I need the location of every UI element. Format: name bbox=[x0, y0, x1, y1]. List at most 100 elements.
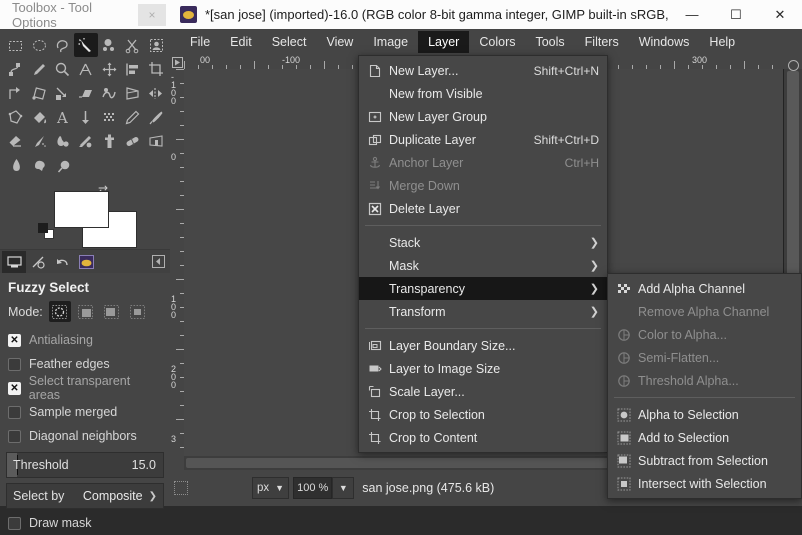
clone-icon[interactable] bbox=[98, 129, 121, 153]
text-icon[interactable]: A bbox=[51, 105, 74, 129]
brush-icon[interactable] bbox=[26, 251, 50, 273]
foreground-select-icon[interactable] bbox=[145, 33, 168, 57]
menu-tools[interactable]: Tools bbox=[525, 31, 574, 53]
flip-icon[interactable] bbox=[145, 81, 168, 105]
paths-icon[interactable] bbox=[4, 57, 27, 81]
zoom-dropdown-button[interactable]: ▼ bbox=[332, 477, 355, 499]
menu-item-crop-to-selection[interactable]: Crop to Selection bbox=[359, 403, 607, 426]
menu-item-add-alpha-channel[interactable]: Add Alpha Channel bbox=[608, 277, 801, 300]
option-diagonal-neighbors[interactable]: Diagonal neighbors bbox=[0, 424, 170, 448]
menu-item-mask[interactable]: Mask ❯ bbox=[359, 254, 607, 277]
menu-colors[interactable]: Colors bbox=[469, 31, 525, 53]
blur-sharpen-icon[interactable] bbox=[4, 153, 28, 177]
menu-item-intersect-with-selection[interactable]: Intersect with Selection bbox=[608, 472, 801, 495]
transparency-submenu-dropdown[interactable]: Add Alpha Channel Remove Alpha Channel C… bbox=[607, 273, 802, 499]
menu-item-new-layer[interactable]: New Layer... Shift+Ctrl+N bbox=[359, 59, 607, 82]
zoom-icon[interactable] bbox=[51, 57, 74, 81]
menu-item-transform[interactable]: Transform ❯ bbox=[359, 300, 607, 323]
perspective-icon[interactable] bbox=[121, 81, 144, 105]
menu-item-stack[interactable]: Stack ❯ bbox=[359, 231, 607, 254]
warp-transform-icon[interactable] bbox=[98, 81, 121, 105]
menu-windows[interactable]: Windows bbox=[629, 31, 700, 53]
fuzzy-select-icon[interactable] bbox=[74, 33, 98, 57]
eraser-icon[interactable] bbox=[4, 129, 27, 153]
perspective-clone-icon[interactable] bbox=[145, 129, 168, 153]
subtract-from-selection-icon[interactable] bbox=[101, 301, 123, 322]
menu-item-add-to-selection[interactable]: Add to Selection bbox=[608, 426, 801, 449]
rect-select-icon[interactable] bbox=[4, 33, 27, 57]
mypaint-brush-icon[interactable] bbox=[74, 129, 97, 153]
dodge-burn-icon[interactable] bbox=[52, 153, 76, 177]
toolbox-dock-close-button[interactable]: × bbox=[138, 3, 166, 26]
option-sample-merged[interactable]: Sample merged bbox=[0, 400, 170, 424]
menu-item-transparency[interactable]: Transparency ❯ bbox=[359, 277, 607, 300]
menu-help[interactable]: Help bbox=[699, 31, 745, 53]
smudge-icon[interactable] bbox=[28, 153, 52, 177]
menu-image[interactable]: Image bbox=[363, 31, 418, 53]
option-draw-mask[interactable]: Draw mask bbox=[0, 511, 170, 535]
intersect-with-selection-icon[interactable] bbox=[127, 301, 149, 322]
zoom-value-field[interactable]: 100 % bbox=[293, 477, 333, 499]
menu-filters[interactable]: Filters bbox=[575, 31, 629, 53]
feather-edges-checkbox[interactable] bbox=[8, 357, 21, 371]
pattern-icon[interactable] bbox=[98, 105, 121, 129]
move-icon[interactable] bbox=[98, 57, 121, 81]
replace-selection-icon[interactable] bbox=[48, 301, 71, 322]
bucket-fill-icon[interactable] bbox=[27, 105, 50, 129]
menu-file[interactable]: File bbox=[180, 31, 220, 53]
rotate-icon[interactable] bbox=[4, 81, 27, 105]
reset-colors-icon[interactable] bbox=[38, 223, 54, 239]
gradient-icon[interactable] bbox=[74, 105, 97, 129]
menu-item-delete-layer[interactable]: Delete Layer bbox=[359, 197, 607, 220]
menu-item-crop-to-content[interactable]: Crop to Content bbox=[359, 426, 607, 449]
diagonal-neighbors-checkbox[interactable] bbox=[8, 429, 21, 443]
menu-item-alpha-to-selection[interactable]: Alpha to Selection bbox=[608, 403, 801, 426]
threshold-value[interactable]: 15.0 bbox=[132, 458, 156, 472]
maximize-button[interactable]: ☐ bbox=[714, 0, 758, 29]
color-picker-icon[interactable] bbox=[27, 57, 50, 81]
vertical-ruler[interactable]: - 1 0 0 0 1 0 0 2 0 0 3 bbox=[170, 69, 184, 456]
sample-merged-checkbox[interactable] bbox=[8, 405, 21, 419]
menu-layer[interactable]: Layer bbox=[418, 31, 470, 53]
layer-menu-dropdown[interactable]: New Layer... Shift+Ctrl+N New from Visib… bbox=[358, 55, 608, 453]
option-select-transparent-areas[interactable]: ✕ Select transparent areas bbox=[0, 374, 170, 402]
threshold-slider[interactable]: Threshold 15.0 bbox=[6, 452, 164, 478]
dock-menu-icon[interactable] bbox=[146, 251, 170, 273]
menu-item-duplicate-layer[interactable]: Duplicate Layer Shift+Ctrl+D bbox=[359, 128, 607, 151]
foreground-color-swatch[interactable] bbox=[54, 191, 109, 228]
menu-item-scale-layer[interactable]: Scale Layer... bbox=[359, 380, 607, 403]
menu-view[interactable]: View bbox=[316, 31, 363, 53]
menu-item-new-layer-group[interactable]: New Layer Group bbox=[359, 105, 607, 128]
close-button[interactable]: ✕ bbox=[758, 0, 802, 29]
heal-icon[interactable] bbox=[121, 129, 144, 153]
crop-icon[interactable] bbox=[145, 57, 168, 81]
unit-dropdown[interactable]: px ▼ bbox=[252, 477, 290, 499]
cage-transform-icon[interactable] bbox=[4, 105, 27, 129]
select-by-dropdown[interactable]: Select by Composite ❯ bbox=[6, 483, 164, 509]
image-thumbnail-icon[interactable] bbox=[74, 251, 98, 273]
menu-edit[interactable]: Edit bbox=[220, 31, 262, 53]
select-by-color-icon[interactable] bbox=[98, 33, 121, 57]
scissors-select-icon[interactable] bbox=[121, 33, 144, 57]
option-antialiasing[interactable]: ✕ Antialiasing bbox=[0, 328, 170, 352]
menu-select[interactable]: Select bbox=[262, 31, 317, 53]
ruler-origin-button[interactable] bbox=[170, 55, 184, 69]
airbrush-icon[interactable] bbox=[27, 129, 50, 153]
ellipse-select-icon[interactable] bbox=[27, 33, 50, 57]
menu-item-layer-boundary-size[interactable]: Layer Boundary Size... bbox=[359, 334, 607, 357]
menu-item-layer-to-image-size[interactable]: Layer to Image Size bbox=[359, 357, 607, 380]
shear-icon[interactable] bbox=[74, 81, 97, 105]
free-select-icon[interactable] bbox=[51, 33, 74, 57]
unified-transform-icon[interactable] bbox=[27, 81, 50, 105]
option-feather-edges[interactable]: Feather edges bbox=[0, 352, 170, 376]
draw-mask-checkbox[interactable] bbox=[8, 516, 21, 530]
device-status-icon[interactable] bbox=[2, 250, 26, 273]
minimize-button[interactable]: — bbox=[670, 0, 714, 29]
navigation-preview-icon[interactable] bbox=[785, 57, 801, 73]
alignment-icon[interactable] bbox=[121, 57, 144, 81]
measure-icon[interactable] bbox=[74, 57, 97, 81]
menu-item-new-from-visible[interactable]: New from Visible bbox=[359, 82, 607, 105]
quickmask-toggle-icon[interactable] bbox=[174, 481, 188, 495]
add-to-selection-icon[interactable] bbox=[75, 301, 97, 322]
paintbrush-icon[interactable] bbox=[145, 105, 168, 129]
